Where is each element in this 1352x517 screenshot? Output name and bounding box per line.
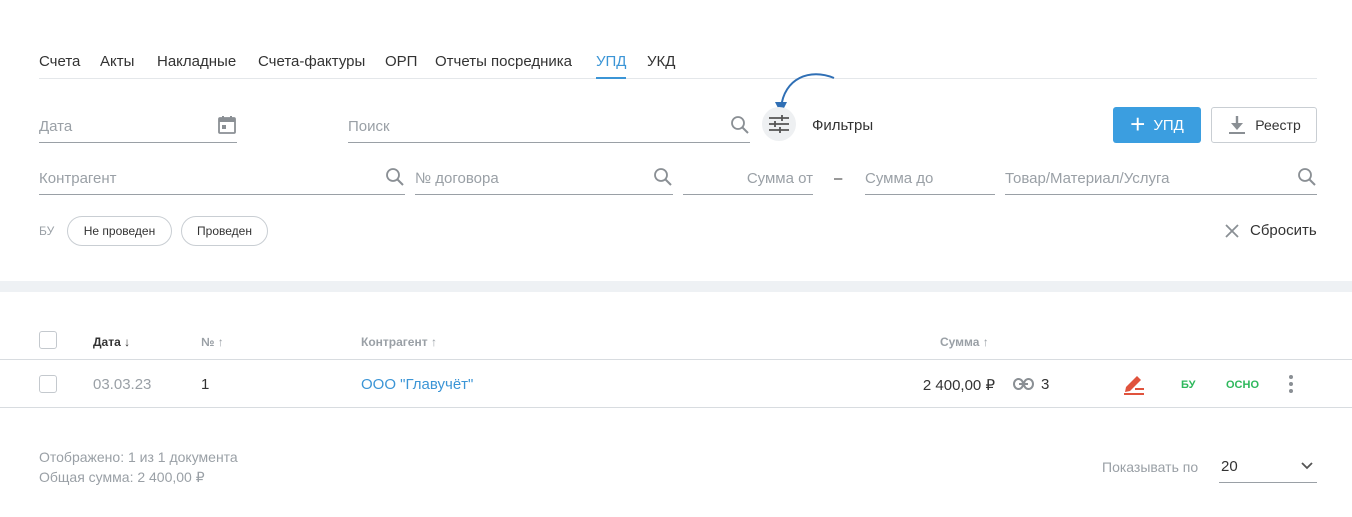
accounting-caption: БУ bbox=[39, 224, 55, 238]
tab-vat-invoices[interactable]: Счета-фактуры bbox=[258, 53, 365, 70]
contract-number-field[interactable]: № договора bbox=[415, 161, 673, 195]
tab-agent-reports[interactable]: Отчеты посредника bbox=[435, 53, 572, 70]
chevron-down-icon bbox=[1301, 462, 1313, 470]
chip-label: Не проведен bbox=[83, 224, 156, 238]
chip-posted[interactable]: Проведен bbox=[181, 216, 268, 246]
chip-not-posted[interactable]: Не проведен bbox=[67, 216, 172, 246]
table-header: Дата ↓ № ↑ Контрагент ↑ Сумма ↑ bbox=[0, 322, 1352, 360]
column-number[interactable]: № ↑ bbox=[201, 335, 224, 349]
search-icon[interactable] bbox=[1297, 167, 1317, 187]
add-upd-button[interactable]: + УПД bbox=[1113, 107, 1201, 143]
table-row[interactable]: 03.03.23 1 ООО "Главучёт" 2 400,00 ₽ 3 Б… bbox=[0, 360, 1352, 408]
row-number: 1 bbox=[201, 376, 210, 393]
sliders-icon bbox=[769, 115, 789, 133]
select-all-checkbox[interactable] bbox=[39, 331, 57, 349]
tab-orp[interactable]: ОРП bbox=[385, 53, 417, 70]
goods-placeholder: Товар/Материал/Услуга bbox=[1005, 170, 1170, 187]
tab-acts[interactable]: Акты bbox=[100, 53, 134, 70]
row-date: 03.03.23 bbox=[93, 376, 152, 393]
search-placeholder: Поиск bbox=[348, 118, 390, 135]
contract-placeholder: № договора bbox=[415, 170, 499, 187]
section-divider bbox=[0, 281, 1352, 292]
reset-label: Сбросить bbox=[1250, 222, 1317, 239]
search-icon[interactable] bbox=[653, 167, 673, 187]
document-tabs: Счета Акты Накладные Счета-фактуры ОРП О… bbox=[39, 50, 1317, 79]
registry-label: Реестр bbox=[1255, 117, 1301, 133]
row-sum: 2 400,00 ₽ bbox=[922, 377, 995, 394]
tax-system-badge[interactable]: ОСНО bbox=[1226, 379, 1259, 391]
search-input[interactable]: Поиск bbox=[348, 109, 750, 143]
page-size-value: 20 bbox=[1221, 458, 1238, 475]
chip-label: Проведен bbox=[197, 224, 252, 238]
add-upd-label: УПД bbox=[1153, 116, 1184, 134]
download-icon bbox=[1229, 116, 1246, 134]
sum-from-field[interactable]: Сумма от bbox=[683, 161, 813, 195]
counterparty-placeholder: Контрагент bbox=[39, 170, 117, 187]
more-vertical-icon[interactable] bbox=[1288, 374, 1294, 394]
column-sum[interactable]: Сумма ↑ bbox=[940, 335, 989, 349]
tab-invoices[interactable]: Счета bbox=[39, 53, 80, 70]
filters-button[interactable] bbox=[762, 107, 796, 141]
shown-count: Отображено: 1 из 1 документа bbox=[39, 449, 238, 465]
date-field[interactable]: Дата bbox=[39, 109, 237, 143]
row-links-count: 3 bbox=[1041, 376, 1050, 393]
counterparty-field[interactable]: Контрагент bbox=[39, 161, 405, 195]
date-placeholder: Дата bbox=[39, 118, 73, 135]
link-icon[interactable] bbox=[1013, 377, 1034, 391]
page-size-label: Показывать по bbox=[1102, 459, 1199, 475]
goods-field[interactable]: Товар/Материал/Услуга bbox=[1005, 161, 1317, 195]
row-checkbox[interactable] bbox=[39, 375, 57, 393]
column-counterparty[interactable]: Контрагент ↑ bbox=[361, 335, 437, 349]
sum-from-placeholder: Сумма от bbox=[746, 170, 813, 187]
registry-button[interactable]: Реестр bbox=[1211, 107, 1317, 143]
sum-to-field[interactable]: Сумма до bbox=[865, 161, 995, 195]
calendar-icon[interactable] bbox=[217, 115, 237, 135]
accounting-status-badge[interactable]: БУ bbox=[1181, 379, 1195, 391]
tab-upd[interactable]: УПД bbox=[596, 53, 627, 79]
page-size-select[interactable]: 20 bbox=[1219, 449, 1317, 483]
search-icon[interactable] bbox=[730, 115, 750, 135]
signature-icon[interactable] bbox=[1122, 373, 1146, 395]
filters-label[interactable]: Фильтры bbox=[812, 117, 873, 134]
plus-icon: + bbox=[1130, 109, 1146, 139]
column-date[interactable]: Дата ↓ bbox=[93, 335, 130, 349]
total-sum: Общая сумма: 2 400,00 ₽ bbox=[39, 469, 205, 485]
tab-ukd[interactable]: УКД bbox=[647, 53, 675, 70]
search-icon[interactable] bbox=[385, 167, 405, 187]
sum-range-dash: – bbox=[834, 170, 843, 187]
row-counterparty-link[interactable]: ООО "Главучёт" bbox=[361, 376, 473, 393]
close-icon bbox=[1225, 223, 1239, 238]
sum-to-placeholder: Сумма до bbox=[865, 170, 934, 187]
tab-waybills[interactable]: Накладные bbox=[157, 53, 236, 70]
reset-button[interactable]: Сбросить bbox=[1225, 222, 1317, 239]
